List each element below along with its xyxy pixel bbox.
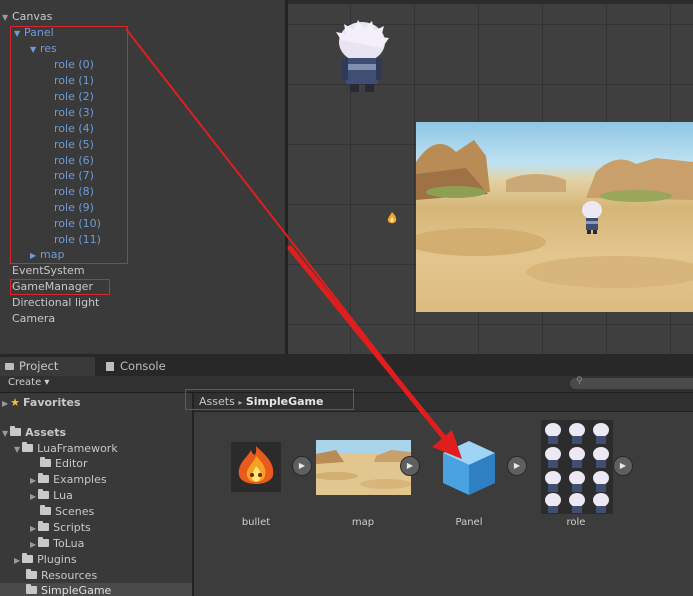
asset-panel[interactable] [439, 437, 499, 500]
folder-icon [22, 553, 34, 563]
bullet-sprite[interactable] [386, 212, 398, 224]
breadcrumb-simplegame[interactable]: SimpleGame [246, 395, 324, 408]
search-icon: ⚲ [576, 376, 583, 386]
hierarchy-item-gamemanager[interactable]: GameManager [12, 279, 93, 294]
desert-map-thumbnail [416, 140, 693, 288]
collapsed-arrow-icon[interactable]: ▶ [30, 540, 36, 549]
hierarchy-item-role[interactable]: role (0) [54, 57, 94, 72]
folder-icon [38, 521, 50, 531]
tree-item-resources[interactable]: Resources [26, 568, 97, 583]
folder-icon [5, 363, 14, 370]
character-sprite-sheet [541, 420, 613, 514]
hierarchy-item-role[interactable]: role (9) [54, 200, 94, 215]
project-folder-tree: ▶ ★ Favorites ▼ Assets ▼ LuaFramework Editor… [0, 393, 192, 596]
scene-toolbar [288, 0, 693, 4]
tree-item-scripts[interactable]: ▶ Scripts [30, 520, 91, 535]
hierarchy-item-role[interactable]: role (4) [54, 121, 94, 136]
create-button[interactable]: Create ▾ [8, 377, 49, 388]
tree-item-scenes[interactable]: Scenes [40, 504, 94, 519]
asset-map[interactable] [314, 440, 412, 498]
search-input[interactable]: ⚲ [570, 376, 693, 389]
folder-icon [38, 489, 50, 499]
expand-arrow-icon[interactable]: ▼ [2, 429, 8, 438]
asset-label-role: role [566, 517, 586, 528]
asset-label-bullet: bullet [241, 517, 271, 528]
folder-icon [40, 505, 51, 515]
desert-map-thumbnail [314, 440, 412, 495]
asset-label-panel: Panel [455, 517, 483, 528]
folder-icon [10, 426, 22, 436]
collapsed-arrow-icon[interactable]: ▶ [30, 492, 36, 501]
hierarchy-item-role[interactable]: role (5) [54, 137, 94, 152]
prefab-cube-icon [443, 441, 495, 495]
star-icon: ★ [10, 396, 21, 409]
folder-icon [38, 537, 50, 547]
project-toolbar: Create ▾ ⚲ [0, 376, 693, 393]
tree-item-lua[interactable]: ▶ Lua [30, 488, 73, 503]
scene-view[interactable] [288, 0, 693, 354]
hierarchy-item-role[interactable]: role (1) [54, 73, 94, 88]
hierarchy-panel: ▼ Canvas ▼ Panel ▼ res role (0) role (1) ro… [0, 0, 285, 354]
hierarchy-item-directional-light[interactable]: Directional light [12, 295, 99, 310]
breadcrumb: Assets ▸ SimpleGame [199, 395, 324, 408]
hierarchy-item-role[interactable]: role (3) [54, 105, 94, 120]
collapsed-arrow-icon[interactable]: ▶ [14, 556, 20, 565]
hierarchy-item-role[interactable]: role (8) [54, 184, 94, 199]
tab-console[interactable]: Console [104, 357, 194, 376]
asset-bullet[interactable] [231, 442, 281, 495]
hierarchy-item-camera[interactable]: Camera [12, 311, 55, 326]
collapsed-arrow-icon[interactable]: ▶ [30, 524, 36, 533]
hierarchy-item-role[interactable]: role (7) [54, 168, 94, 183]
expand-sprite-button[interactable]: ▶ [400, 456, 420, 476]
collapsed-arrow-icon[interactable]: ▶ [30, 248, 40, 263]
hierarchy-item-role[interactable]: role (2) [54, 89, 94, 104]
fire-icon [231, 442, 281, 492]
hierarchy-item-panel[interactable]: ▼ Panel [14, 25, 54, 40]
tree-item-luaframework[interactable]: ▼ LuaFramework [14, 441, 118, 456]
breadcrumb-assets[interactable]: Assets [199, 395, 235, 408]
character-sprite[interactable] [332, 18, 392, 96]
expand-arrow-icon[interactable]: ▼ [30, 42, 40, 57]
hierarchy-item-role[interactable]: role (11) [54, 232, 101, 247]
tree-item-simplegame[interactable]: SimpleGame [0, 583, 192, 596]
console-icon [106, 362, 114, 371]
expand-arrow-icon[interactable]: ▼ [14, 445, 20, 454]
folder-icon [26, 584, 37, 594]
folder-icon [26, 569, 37, 579]
expand-sprite-button[interactable]: ▶ [613, 456, 633, 476]
hierarchy-item-role[interactable]: role (10) [54, 216, 101, 231]
expand-arrow-icon[interactable]: ▼ [2, 10, 12, 25]
asset-role[interactable] [541, 420, 613, 517]
tree-assets[interactable]: ▼ Assets [2, 425, 66, 440]
collapsed-arrow-icon[interactable]: ▶ [2, 399, 8, 408]
hierarchy-item-eventsystem[interactable]: EventSystem [12, 263, 85, 278]
tree-item-tolua[interactable]: ▶ ToLua [30, 536, 84, 551]
asset-label-map: map [351, 517, 375, 528]
tree-item-examples[interactable]: ▶ Examples [30, 472, 107, 487]
folder-icon [40, 457, 51, 467]
breadcrumb-bar: Assets ▸ SimpleGame [194, 393, 693, 412]
hierarchy-item-map[interactable]: ▶ map [30, 247, 64, 262]
project-assets-pane: Assets ▸ SimpleGame bullet ▶ map ▶ Panel… [185, 389, 693, 596]
expand-sprite-button[interactable]: ▶ [292, 456, 312, 476]
tab-project[interactable]: Project [0, 357, 95, 376]
hierarchy-item-role[interactable]: role (6) [54, 153, 94, 168]
tree-favorites[interactable]: ▶ ★ Favorites [2, 395, 81, 410]
folder-icon [38, 473, 50, 483]
folder-icon [22, 442, 34, 452]
hierarchy-item-res[interactable]: ▼ res [30, 41, 57, 56]
collapsed-arrow-icon[interactable]: ▶ [30, 476, 36, 485]
hierarchy-item-canvas[interactable]: ▼ Canvas [2, 9, 52, 24]
tree-item-plugins[interactable]: ▶ Plugins [14, 552, 77, 567]
expand-sprite-button[interactable]: ▶ [507, 456, 527, 476]
expand-arrow-icon[interactable]: ▼ [14, 26, 24, 41]
tree-item-editor[interactable]: Editor [40, 456, 88, 471]
bottom-tab-bar: Project Console [0, 354, 693, 376]
map-image[interactable] [416, 122, 693, 312]
